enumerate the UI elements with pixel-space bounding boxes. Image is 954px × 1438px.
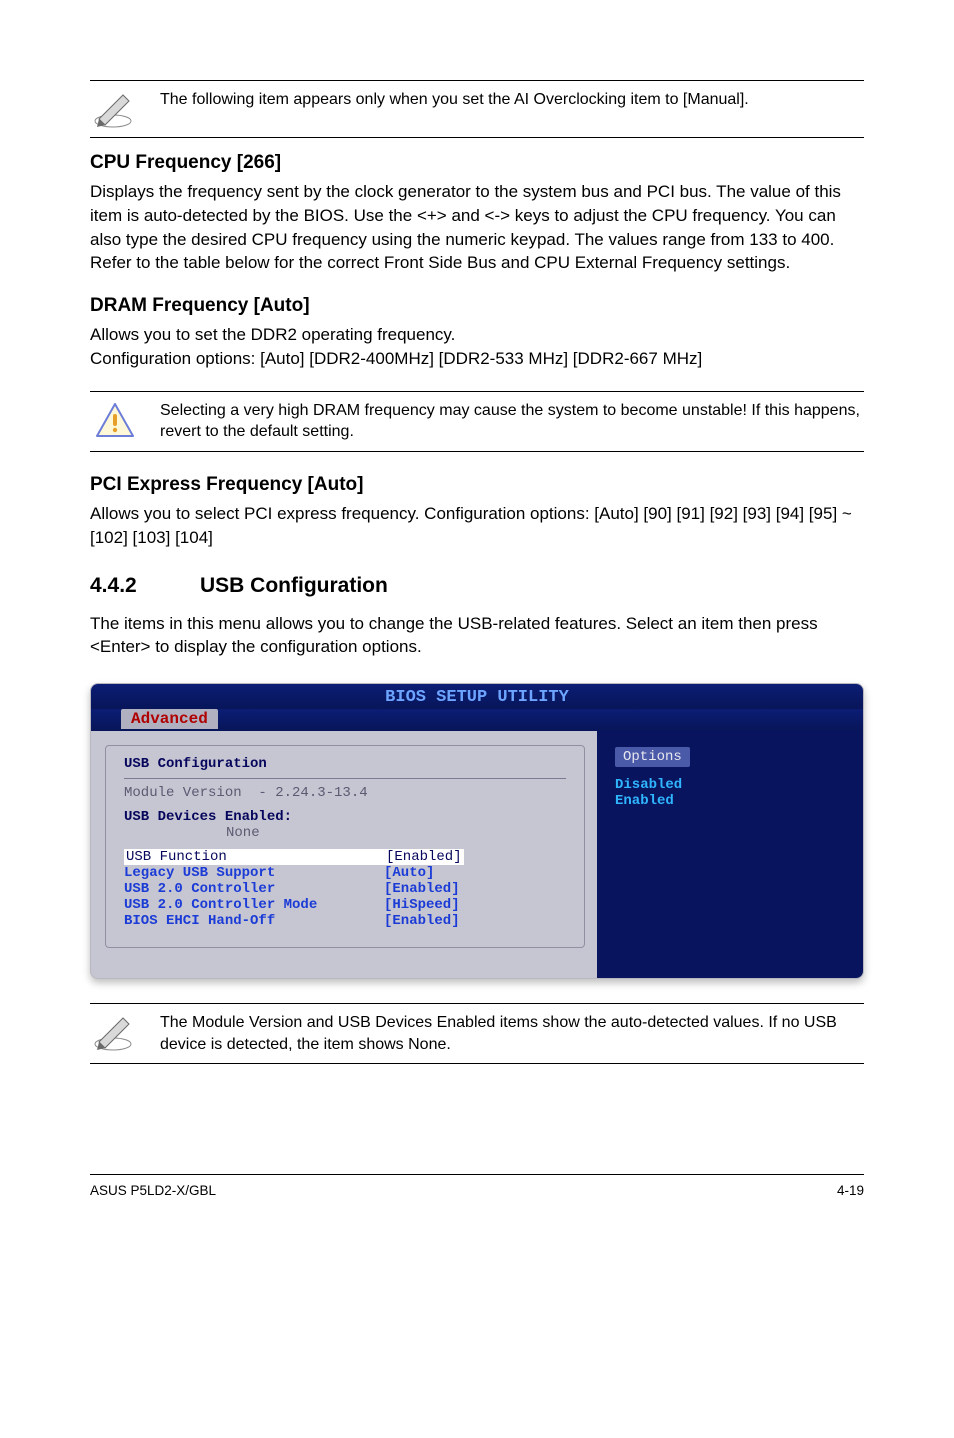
bios-setting-value: [Enabled] [384,849,464,865]
body-pcie-frequency: Allows you to select PCI express frequen… [90,502,864,550]
section-number: 4.4.2 [90,574,200,598]
footer-left: ASUS P5LD2-X/GBL [90,1183,216,1198]
bios-tab-advanced[interactable]: Advanced [121,709,218,729]
bios-setting-label: BIOS EHCI Hand-Off [124,913,384,929]
bios-setting-label: USB 2.0 Controller [124,881,384,897]
bios-setting-row[interactable]: USB Function[Enabled] [106,849,584,865]
note-text: The Module Version and USB Devices Enabl… [160,1012,864,1055]
bios-tab-bar: Advanced [91,709,863,731]
note-text: The following item appears only when you… [160,89,864,111]
section-title: USB Configuration [200,574,388,597]
bios-right-panel: Options DisabledEnabled [597,731,863,978]
bios-setting-value: [Enabled] [384,913,460,929]
note-text: Selecting a very high DRAM frequency may… [160,400,864,443]
bios-setting-value: [Auto] [384,865,434,881]
bios-devices-enabled-label: USB Devices Enabled: [106,809,584,825]
bios-setting-label: Legacy USB Support [124,865,384,881]
bios-setting-row[interactable]: USB 2.0 Controller Mode[HiSpeed] [106,897,584,913]
bios-setting-label: USB Function [124,849,384,865]
warning-icon [90,400,140,440]
pencil-icon [90,89,140,129]
bios-devices-enabled-value: None [106,825,584,841]
pencil-icon [90,1012,140,1052]
section-heading-usb-config: 4.4.2USB Configuration [90,574,864,598]
bios-setting-row[interactable]: BIOS EHCI Hand-Off[Enabled] [106,913,584,929]
bios-module-version: Module Version - 2.24.3-13.4 [106,785,584,801]
bios-setting-label: USB 2.0 Controller Mode [124,897,384,913]
bios-option-item[interactable]: Enabled [615,793,845,809]
bios-title: BIOS SETUP UTILITY [91,684,863,709]
heading-pcie-frequency: PCI Express Frequency [Auto] [90,474,864,496]
bios-left-panel: USB Configuration Module Version - 2.24.… [91,731,597,978]
bios-screenshot: BIOS SETUP UTILITY Advanced USB Configur… [90,683,864,979]
footer-right: 4-19 [837,1183,864,1198]
body-cpu-frequency: Displays the frequency sent by the clock… [90,180,864,275]
note-module-version: The Module Version and USB Devices Enabl… [90,1003,864,1064]
bios-panel-title: USB Configuration [106,746,584,776]
bios-option-item[interactable]: Disabled [615,777,845,793]
bios-setting-value: [HiSpeed] [384,897,460,913]
page-footer: ASUS P5LD2-X/GBL 4-19 [90,1174,864,1198]
heading-dram-frequency: DRAM Frequency [Auto] [90,295,864,317]
section-body: The items in this menu allows you to cha… [90,612,864,660]
note-dram-warning: Selecting a very high DRAM frequency may… [90,391,864,452]
bios-setting-value: [Enabled] [384,881,460,897]
note-manual-overclocking: The following item appears only when you… [90,80,864,138]
bios-setting-row[interactable]: USB 2.0 Controller[Enabled] [106,881,584,897]
bios-setting-row[interactable]: Legacy USB Support[Auto] [106,865,584,881]
body-dram-frequency: Allows you to set the DDR2 operating fre… [90,323,864,371]
heading-cpu-frequency: CPU Frequency [266] [90,152,864,174]
bios-options-title: Options [615,747,690,767]
